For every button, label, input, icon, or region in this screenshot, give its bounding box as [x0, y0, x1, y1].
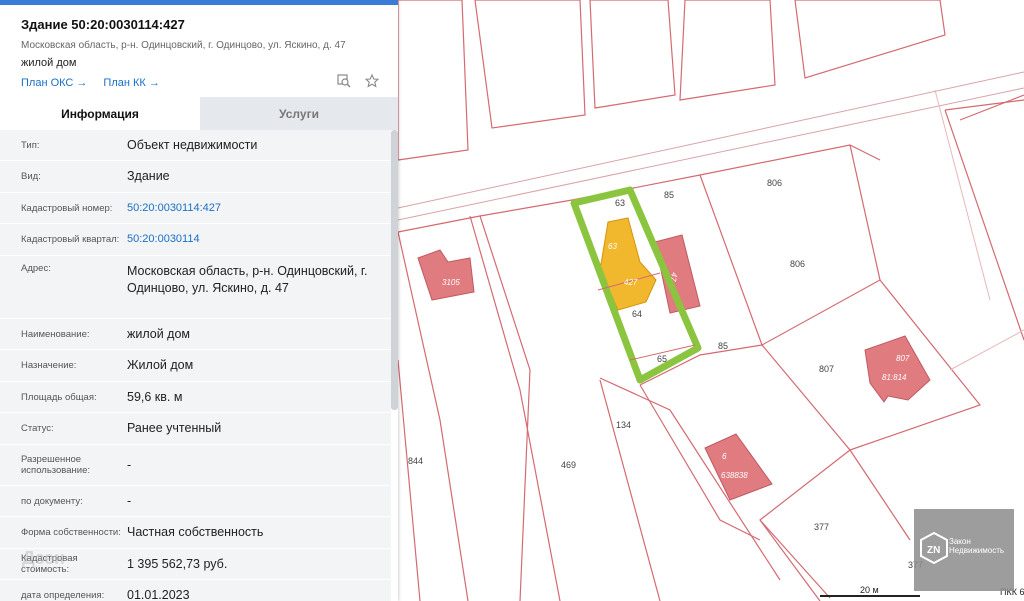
info-rows: Тип: Объект недвижимости Вид: Здание Кад… [0, 130, 391, 601]
building-3105[interactable] [417, 249, 475, 301]
info-row-cadastral-quarter: Кадастровый квартал: 50:20:0030114 [0, 224, 391, 256]
row-label: Форма собственности: [21, 527, 121, 538]
info-row-status: Статус: Ранее учтенный [0, 413, 391, 445]
row-value: 1 395 562,73 руб. [127, 556, 228, 571]
row-label: дата определения: [21, 590, 105, 601]
panel-header: Здание 50:20:0030114:427 Московская обла… [0, 5, 398, 89]
badge-line-1: Закон [949, 537, 971, 546]
plan-kk-link[interactable]: План КК → [103, 77, 159, 89]
info-row-purpose: Назначение: Жилой дом [0, 350, 391, 382]
label-134: 134 [616, 420, 631, 430]
badge-line-2: Недвижимость [949, 546, 1005, 555]
info-row-area: Площадь общая: 59,6 кв. м [0, 382, 391, 413]
cadastral-number-link[interactable]: 50:20:0030114:427 [127, 200, 391, 217]
label-638838: 638838 [721, 471, 748, 480]
row-value: Московская область, р-н. Одинцовский, г.… [127, 264, 368, 295]
row-value: Ранее учтенный [127, 421, 222, 435]
plan-oks-link[interactable]: План ОКС → [21, 77, 87, 89]
row-label: Наименование: [21, 328, 90, 340]
row-value: - [127, 457, 132, 472]
road-line-top [397, 71, 1024, 209]
label-3105: 3105 [442, 278, 460, 287]
row-label: Кадастровый квартал: [21, 234, 120, 245]
label-806: 806 [790, 259, 805, 269]
row-label: Адрес: [21, 263, 51, 274]
row-label: по документу: [21, 495, 83, 507]
cadastral-quarter-link[interactable]: 50:20:0030114 [127, 231, 391, 248]
zn-logo-icon: ZN [920, 531, 948, 565]
row-label: Площадь общая: [21, 391, 97, 403]
row-value: Объект недвижимости [127, 137, 258, 152]
row-value: жилой дом [127, 326, 191, 341]
map-search-icon[interactable] [336, 73, 352, 89]
tab-services[interactable]: Услуги [200, 97, 398, 130]
plan-oks-label: План ОКС [21, 77, 74, 89]
info-row-permitted-use: Разрешенное использование: - [0, 445, 391, 486]
object-subtitle: жилой дом [21, 57, 77, 69]
panel-tabs: Информация Услуги [0, 97, 398, 130]
info-row-address: Адрес: Московская область, р-н. Одинцовс… [0, 256, 391, 319]
row-label: Разрешенное использование: [21, 454, 91, 476]
row-label: Назначение: [21, 360, 77, 371]
building-638838[interactable] [704, 433, 773, 501]
label-63-building: 63 [608, 242, 617, 251]
label-85-top: 85 [664, 190, 674, 200]
label-6: 6 [722, 452, 727, 461]
row-value: Жилой дом [127, 358, 194, 372]
info-row-type: Тип: Объект недвижимости [0, 130, 391, 161]
row-value: 59,6 кв. м [127, 389, 183, 404]
info-row-ownership: Форма собственности: Частная собственнос… [0, 517, 391, 549]
label-807: 807 [819, 364, 834, 374]
plan-links: План ОКС → План КК → [21, 77, 378, 89]
panel-scrollbar[interactable] [391, 130, 398, 410]
scale-label: 20 м [860, 585, 879, 595]
row-value: 01.01.2023 [127, 588, 190, 601]
label-81814: 81:814 [882, 373, 907, 382]
object-address: Московская область, р-н. Одинцовский, г.… [21, 40, 346, 51]
info-row-name: Наименование: жилой дом [0, 319, 391, 350]
label-63-top: 63 [615, 198, 625, 208]
object-title: Здание 50:20:0030114:427 [21, 17, 185, 32]
info-row-by-document: по документу: - [0, 486, 391, 517]
row-value: Здание [127, 169, 170, 183]
info-row-kind: Вид: Здание [0, 161, 391, 193]
row-label: Вид: [21, 171, 41, 182]
label-65: 65 [657, 354, 667, 364]
plan-kk-label: План КК [103, 77, 146, 89]
thin-lines [934, 89, 1024, 371]
building-807[interactable] [864, 335, 931, 403]
label-469: 469 [561, 460, 576, 470]
row-label: Тип: [21, 139, 40, 151]
row-value: Частная собственность [127, 525, 264, 539]
row-value: - [127, 493, 132, 508]
svg-text:ZN: ZN [927, 545, 940, 556]
tab-information[interactable]: Информация [0, 97, 200, 130]
label-807-building: 807 [896, 354, 910, 363]
label-64: 64 [632, 309, 642, 319]
watermark-badge: ZN Закон Недвижимость [914, 509, 1014, 591]
info-row-cadastral-number: Кадастровый номер: 50:20:0030114:427 [0, 193, 391, 224]
label-85: 85 [718, 341, 728, 351]
object-info-panel: Здание 50:20:0030114:427 Московская обла… [0, 0, 398, 601]
road-line-bottom [397, 87, 1024, 221]
arrow-right-icon: → [148, 77, 160, 89]
label-377: 377 [814, 522, 829, 532]
row-label: Кадастровый номер: [21, 202, 113, 214]
row-label: Статус: [21, 423, 54, 434]
info-row-valuation-date: дата определения: 01.01.2023 [0, 580, 391, 601]
arrow-right-icon: → [76, 77, 88, 89]
header-actions [336, 73, 380, 89]
label-844: 844 [408, 456, 423, 466]
label-427: 427 [624, 278, 638, 287]
star-icon[interactable] [364, 73, 380, 89]
badge-text: Закон Недвижимость [949, 537, 1004, 555]
dzen-watermark: Дзен [22, 548, 65, 568]
label-806-top: 806 [767, 178, 782, 188]
